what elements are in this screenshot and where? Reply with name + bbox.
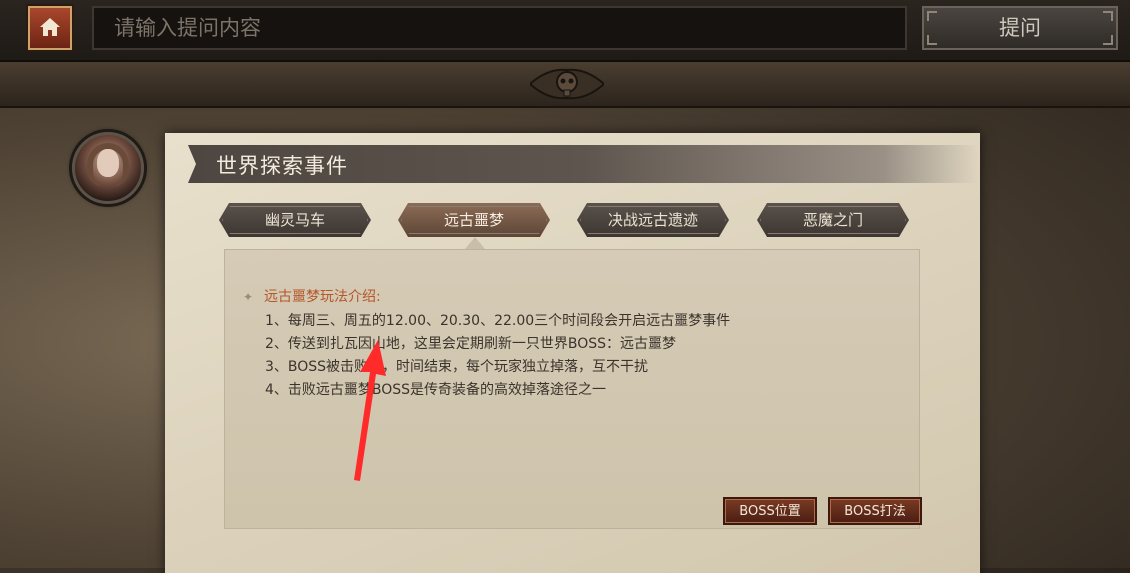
annotation-arrow-icon [354, 340, 386, 481]
tab-demon-gate[interactable]: 恶魔之门 [757, 203, 909, 237]
tab-label: 远古噩梦 [443, 211, 504, 229]
rule-item: 3、BOSS被击败后，时间结束，每个玩家独立掉落，互不干扰 [265, 359, 649, 375]
home-button[interactable] [28, 6, 72, 50]
title-banner: 世界探索事件 [188, 145, 978, 183]
tab-ancient-nightmare[interactable]: 远古噩梦 [398, 203, 550, 237]
rule-item: 4、击败远古噩梦BOSS是传奇装备的高效掉落途径之一 [265, 382, 607, 398]
rule-item: 2、传送到扎瓦因山地，这里会定期刷新一只世界BOSS：远古噩梦 [265, 336, 677, 352]
active-tab-pointer [465, 237, 485, 249]
skull-ornament-icon [530, 68, 604, 100]
ask-button-label: 提问 [999, 16, 1041, 40]
rule-item: 1、每周三、周五的12.00、20.30、22.00三个时间段会开启远古噩梦事件 [265, 313, 731, 329]
tab-ghost-carriage[interactable]: 幽灵马车 [219, 203, 371, 237]
boss-location-button[interactable]: BOSS位置 [723, 497, 817, 525]
section-title: ✦ 远古噩梦玩法介绍: [242, 289, 381, 305]
home-icon [40, 18, 60, 36]
tab-label: 幽灵马车 [264, 211, 325, 229]
diamond-bullet-icon: ✦ [242, 290, 254, 304]
search-input[interactable] [92, 6, 907, 50]
npc-avatar [72, 132, 144, 204]
tab-label: 决战远古遗迹 [607, 211, 698, 229]
boss-location-label: BOSS位置 [739, 504, 801, 519]
boss-strategy-button[interactable]: BOSS打法 [828, 497, 922, 525]
panel-title: 世界探索事件 [216, 154, 348, 178]
tab-ancient-ruins-battle[interactable]: 决战远古遗迹 [577, 203, 729, 237]
tab-label: 恶魔之门 [802, 211, 863, 229]
boss-strategy-label: BOSS打法 [844, 504, 906, 519]
ask-button[interactable]: 提问 [922, 6, 1118, 50]
